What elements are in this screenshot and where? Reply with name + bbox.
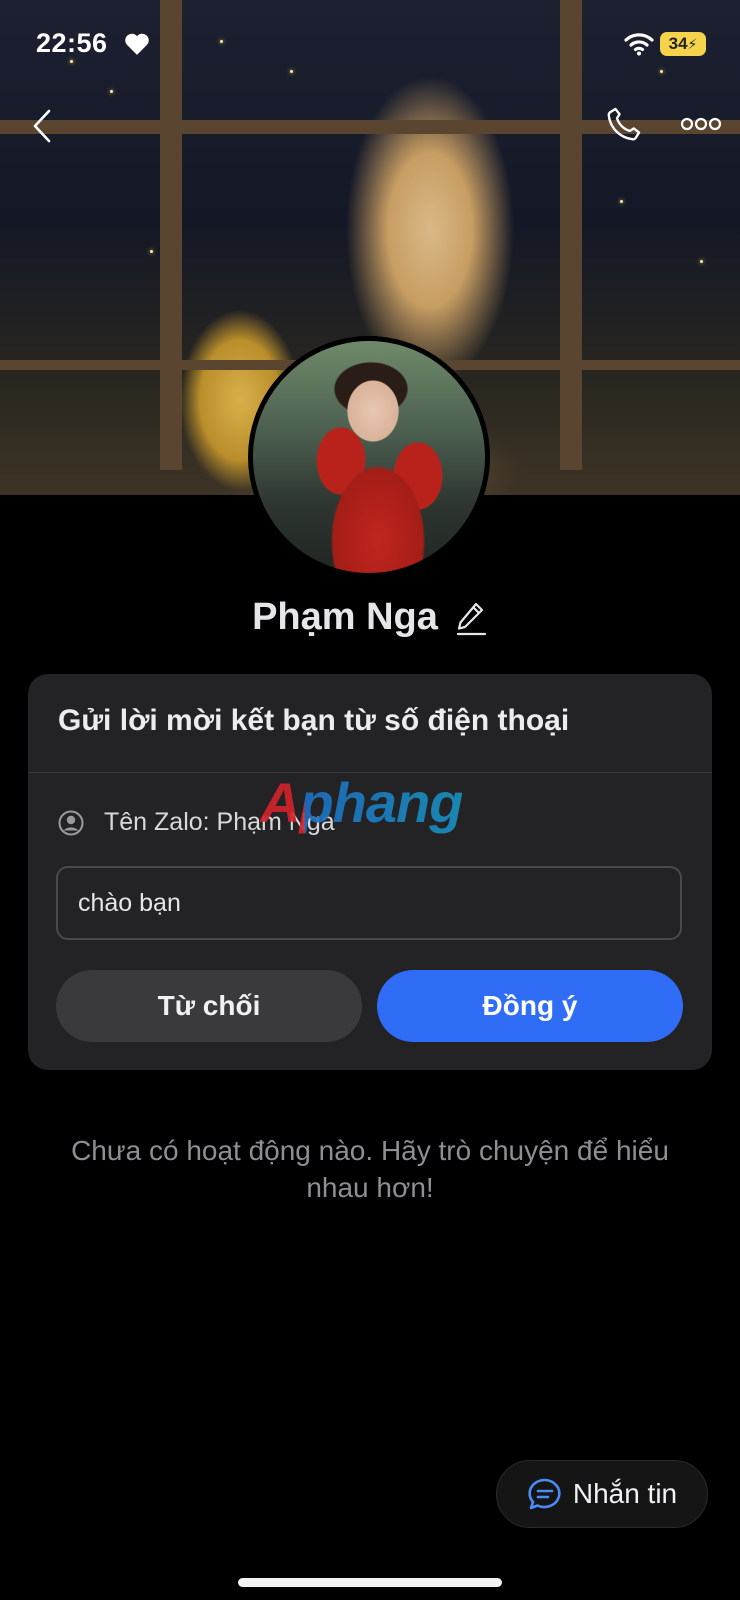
city-light <box>620 200 623 203</box>
profile-name-row: Phạm Nga <box>0 596 740 639</box>
empty-activity-text: Chưa có hoạt động nào. Hãy trò chuyện để… <box>71 1135 669 1203</box>
chat-bubble-icon <box>528 1478 561 1510</box>
city-light <box>110 90 113 93</box>
charging-icon: ⚡ <box>687 35 698 52</box>
decline-button[interactable]: Từ chối <box>56 970 362 1042</box>
accept-button[interactable]: Đồng ý <box>377 970 683 1042</box>
battery-level: 34 <box>668 34 688 53</box>
status-time: 22:56 <box>36 28 108 58</box>
phone-icon <box>607 107 641 141</box>
avatar[interactable] <box>248 336 490 578</box>
profile-screen: 22:56 34 ⚡ Phạm Nga Gửi lời mời kết bạn … <box>0 0 740 1600</box>
wifi-icon <box>624 33 654 56</box>
edit-icon[interactable] <box>454 599 488 637</box>
friend-request-card: Gửi lời mời kết bạn từ số điện thoại Tên… <box>28 674 712 1070</box>
message-button[interactable]: Nhắn tin <box>496 1460 708 1528</box>
window-frame <box>560 0 582 470</box>
more-options-button[interactable] <box>676 104 726 144</box>
request-message-input[interactable] <box>56 866 682 940</box>
profile-name: Phạm Nga <box>252 596 438 638</box>
message-button-label: Nhắn tin <box>572 1478 678 1509</box>
more-icon <box>680 117 722 131</box>
city-light <box>660 70 663 73</box>
home-indicator[interactable] <box>238 1578 502 1587</box>
back-button[interactable] <box>24 104 60 148</box>
city-light <box>150 250 153 253</box>
user-circle-icon <box>58 810 84 835</box>
card-title: Gửi lời mời kết bạn từ số điện thoại <box>58 704 570 737</box>
battery-indicator: 34 ⚡ <box>660 32 706 56</box>
city-light <box>290 70 293 73</box>
status-bar: 22:56 34 ⚡ <box>0 26 740 66</box>
back-icon <box>33 109 51 143</box>
heart-icon <box>125 33 149 55</box>
call-button[interactable] <box>600 100 648 148</box>
watermark: Aphang <box>260 771 463 834</box>
window-frame <box>160 0 182 470</box>
city-light <box>700 260 703 263</box>
